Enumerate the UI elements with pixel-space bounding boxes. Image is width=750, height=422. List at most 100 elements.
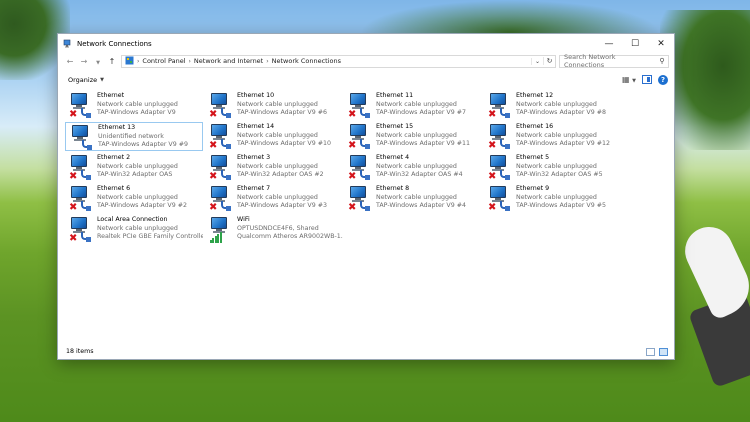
connection-text: Ethernet 8 Network cable unplugged TAP-Win… <box>372 184 466 211</box>
address-dropdown-button[interactable]: ⌄ <box>531 57 543 65</box>
breadcrumb-network-connections[interactable]: Network Connections <box>272 57 341 65</box>
minimize-icon: — <box>604 38 614 49</box>
back-arrow-icon: ← <box>66 56 74 66</box>
connection-status: Network cable unplugged <box>516 131 597 139</box>
view-tools: ▦ ▼ ? <box>622 74 674 85</box>
close-icon: ✕ <box>657 38 665 49</box>
connection-status: Network cable unplugged <box>97 100 178 108</box>
connection-device: TAP-Windows Adapter V9 #3 <box>237 202 328 209</box>
ethernet-connection-icon: ✖ <box>207 122 233 151</box>
connection-item[interactable]: ✖ Ethernet 16 Network cable unplugged TAP-W… <box>484 122 622 151</box>
connection-item[interactable]: ✖ Ethernet 3 Network cable unplugged TAP-Wi… <box>205 153 343 182</box>
ethernet-connection-icon: ✖ <box>486 153 512 182</box>
connection-device: TAP-Windows Adapter V9 #10 <box>237 140 332 147</box>
ethernet-connection-icon: ✖ <box>346 153 372 182</box>
connection-item[interactable]: ✖ Ethernet 12 Network cable unplugged TAP-W… <box>484 91 622 120</box>
connection-status: Network cable unplugged <box>97 224 178 232</box>
connection-text: Ethernet 11 Network cable unplugged TAP-Wi… <box>372 91 466 118</box>
connection-item[interactable]: ✖ Ethernet 4 Network cable unplugged TAP-Wi… <box>344 153 482 182</box>
disconnected-x-icon: ✖ <box>488 171 497 182</box>
connection-name: WiFi <box>237 216 250 223</box>
connection-text: Local Area Connection Network cable unplu… <box>93 215 203 242</box>
connection-item[interactable]: ✖ Ethernet 11 Network cable unplugged TAP-W… <box>344 91 482 120</box>
help-button[interactable]: ? <box>658 74 668 85</box>
ethernet-connection-icon: ✖ <box>207 153 233 182</box>
connection-name: Ethernet 5 <box>516 154 550 161</box>
connection-name: Ethernet 6 <box>97 185 131 192</box>
forward-button[interactable]: → <box>77 57 91 66</box>
ethernet-connection-icon <box>68 123 94 152</box>
breadcrumb-network-and-internet[interactable]: Network and Internet <box>194 57 263 65</box>
window-title: Network Connections <box>77 39 152 48</box>
connection-item[interactable]: ✖ Ethernet 10 Network cable unplugged TAP-W… <box>205 91 343 120</box>
organize-button[interactable]: Organize ▼ <box>68 76 104 84</box>
address-bar[interactable]: › Control Panel › Network and Internet ›… <box>121 54 556 68</box>
wifi-connection-icon <box>207 215 233 244</box>
connection-item[interactable]: ✖ Local Area Connection Network cable unpl… <box>65 215 203 244</box>
connection-name: Ethernet 10 <box>237 92 275 99</box>
connection-item[interactable]: ✖ Ethernet 2 Network cable unplugged TAP-Wi… <box>65 153 203 182</box>
forward-arrow-icon: → <box>80 56 88 66</box>
disconnected-x-icon: ✖ <box>348 109 357 120</box>
command-bar: Organize ▼ ▦ ▼ ? <box>58 72 674 87</box>
connection-item[interactable]: ✖ Ethernet 5 Network cable unplugged TAP-Wi… <box>484 153 622 182</box>
ethernet-connection-icon: ✖ <box>346 122 372 151</box>
connection-status: Network cable unplugged <box>516 193 597 201</box>
connection-item[interactable]: ✖ Ethernet 8 Network cable unplugged TAP-Wi… <box>344 184 482 213</box>
connection-name: Ethernet 12 <box>516 92 554 99</box>
disconnected-x-icon: ✖ <box>69 233 78 244</box>
breadcrumb-separator-icon: › <box>266 57 269 65</box>
status-bar: 18 items <box>58 344 674 359</box>
connection-item[interactable]: Ethernet 13 Unidentified network TAP-Windo… <box>65 122 203 151</box>
connection-device: TAP-Windows Adapter V9 #8 <box>516 109 607 116</box>
connection-item[interactable]: ✖ Ethernet 15 Network cable unplugged TAP-W… <box>344 122 482 151</box>
connection-status: OPTUSDNDCE4F6, Shared <box>237 224 319 232</box>
connection-item[interactable]: ✖ Ethernet 9 Network cable unplugged TAP-Wi… <box>484 184 622 213</box>
disconnected-x-icon: ✖ <box>69 171 78 182</box>
change-view-button[interactable]: ▦ ▼ <box>622 75 636 84</box>
up-button[interactable]: ↑ <box>105 57 119 66</box>
tiles-view-button[interactable] <box>659 347 668 356</box>
breadcrumb-control-panel[interactable]: Control Panel <box>142 57 185 65</box>
connection-name: Ethernet <box>97 92 125 99</box>
maximize-button[interactable]: ☐ <box>622 34 648 53</box>
connection-text: Ethernet 7 Network cable unplugged TAP-Win… <box>233 184 327 211</box>
chevron-down-icon: ▼ <box>100 76 104 83</box>
details-view-button[interactable] <box>646 347 655 356</box>
connection-device: TAP-Win32 Adapter OAS #2 <box>237 171 324 178</box>
recent-locations-button[interactable]: ▼ <box>91 57 105 66</box>
search-input[interactable]: Search Network Connections ⚲ <box>559 53 669 69</box>
connection-item[interactable]: ✖ Ethernet Network cable unplugged TAP-Wind… <box>65 91 203 120</box>
connection-device: TAP-Windows Adapter V9 #2 <box>97 202 188 209</box>
disconnected-x-icon: ✖ <box>348 140 357 151</box>
connection-device: TAP-Win32 Adapter OAS <box>97 171 173 178</box>
connection-text: Ethernet 2 Network cable unplugged TAP-Win… <box>93 153 178 180</box>
connection-item[interactable]: WiFi OPTUSDNDCE4F6, Shared Qualcomm Athero… <box>205 215 343 244</box>
view-switcher <box>646 347 674 356</box>
disconnected-x-icon: ✖ <box>348 202 357 213</box>
connection-text: Ethernet 5 Network cable unplugged TAP-Win… <box>512 153 603 180</box>
connection-device: TAP-Win32 Adapter OAS #5 <box>516 171 603 178</box>
connection-text: Ethernet 15 Network cable unplugged TAP-Wi… <box>372 122 470 149</box>
connection-item[interactable]: ✖ Ethernet 6 Network cable unplugged TAP-Wi… <box>65 184 203 213</box>
connection-device: TAP-Windows Adapter V9 #9 <box>98 141 189 148</box>
refresh-button[interactable]: ↻ <box>543 57 555 65</box>
window-controls: — ☐ ✕ <box>596 34 674 53</box>
item-count: 18 items <box>66 348 94 355</box>
back-button[interactable]: ← <box>63 57 77 66</box>
connection-name: Ethernet 8 <box>376 185 410 192</box>
connection-item[interactable]: ✖ Ethernet 14 Network cable unplugged TAP-W… <box>205 122 343 151</box>
close-button[interactable]: ✕ <box>648 34 674 53</box>
connection-device: TAP-Windows Adapter V9 #12 <box>516 140 611 147</box>
title-bar[interactable]: Network Connections — ☐ ✕ <box>58 34 674 53</box>
connection-name: Ethernet 14 <box>237 123 275 130</box>
connection-status: Network cable unplugged <box>376 162 457 170</box>
connection-status: Network cable unplugged <box>97 162 178 170</box>
connection-item[interactable]: ✖ Ethernet 7 Network cable unplugged TAP-Wi… <box>205 184 343 213</box>
preview-pane-button[interactable] <box>642 75 652 84</box>
connection-text: Ethernet 14 Network cable unplugged TAP-Wi… <box>233 122 331 149</box>
minimize-button[interactable]: — <box>596 34 622 53</box>
connection-text: Ethernet 4 Network cable unplugged TAP-Win… <box>372 153 463 180</box>
disconnected-x-icon: ✖ <box>209 140 218 151</box>
connection-name: Ethernet 11 <box>376 92 414 99</box>
